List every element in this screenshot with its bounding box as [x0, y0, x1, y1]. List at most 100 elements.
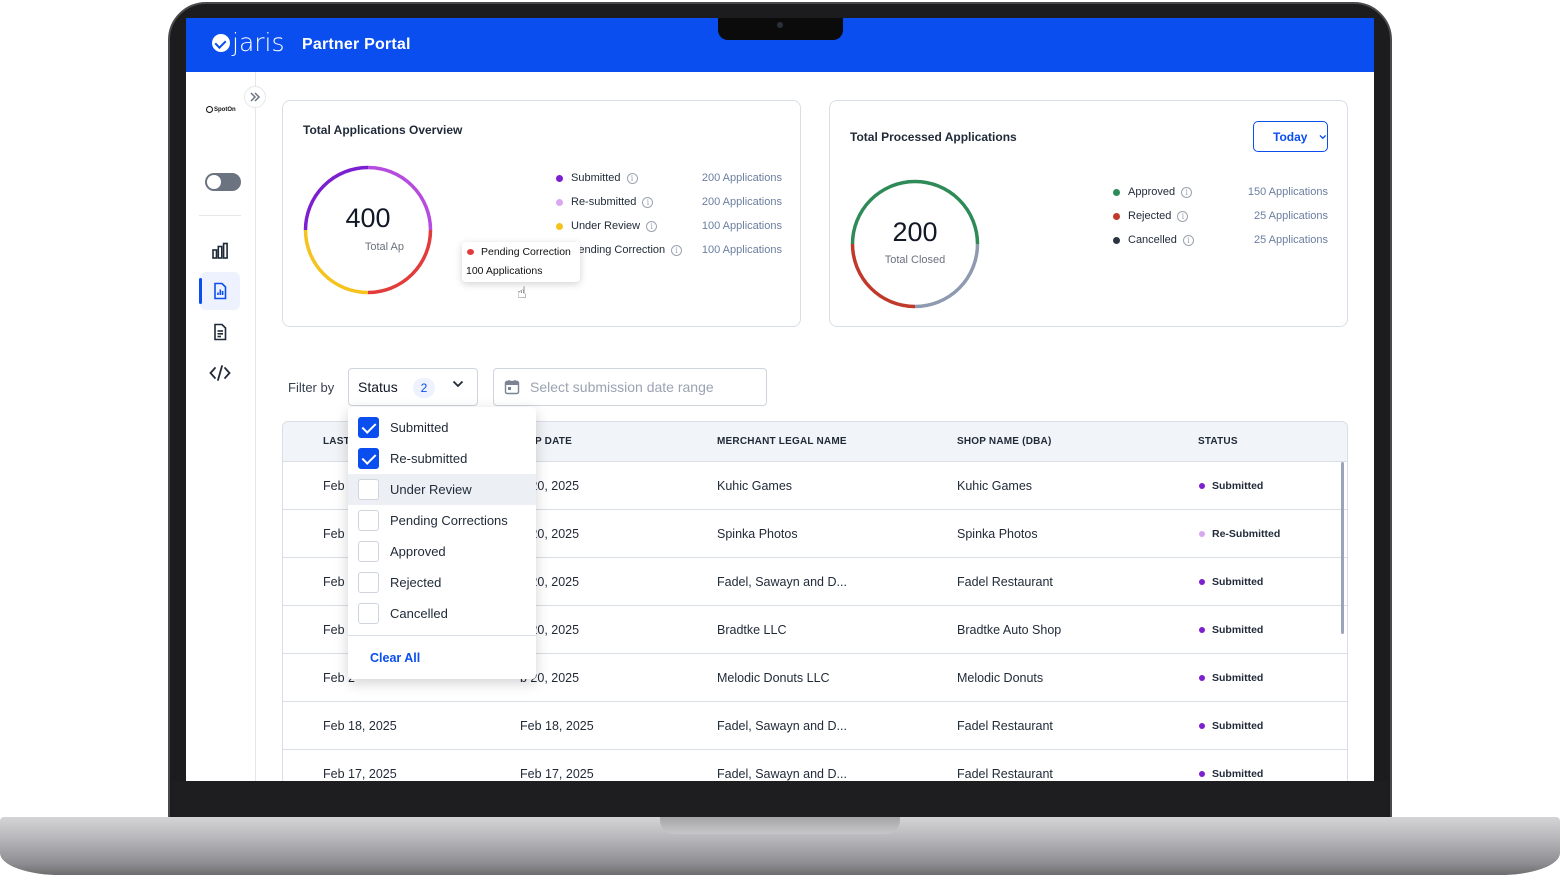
table-row[interactable]: Feb 18, 2025 Feb 18, 2025 Fadel, Sawayn … [283, 702, 1347, 750]
status-badge: Submitted [1199, 672, 1263, 684]
sidebar-item-reports[interactable] [199, 272, 240, 310]
checkbox[interactable] [358, 510, 379, 531]
legend-item[interactable]: Under Review i 100 Applications [556, 214, 782, 238]
legend-dot [556, 198, 563, 206]
info-icon[interactable]: i [646, 220, 658, 232]
legend-dot [556, 174, 563, 182]
status-badge: Submitted [1199, 768, 1263, 780]
shop-name-cell: Melodic Donuts [957, 671, 1044, 685]
tooltip-value: 100 Applications [466, 265, 543, 277]
theme-toggle[interactable] [205, 173, 241, 191]
toggle-knob [207, 175, 221, 189]
column-header[interactable]: SHOP NAME (DBA) [957, 436, 1051, 447]
spoton-logo-icon [206, 106, 213, 113]
status-badge: Re-Submitted [1199, 528, 1280, 540]
checkbox[interactable] [358, 479, 379, 500]
column-header[interactable]: MERCHANT LEGAL NAME [717, 436, 847, 447]
checkbox[interactable] [358, 417, 379, 438]
legend-dot [556, 222, 563, 230]
status-option-approved[interactable]: Approved [348, 536, 536, 567]
legend-dot [1113, 212, 1120, 220]
column-header[interactable]: LAST [323, 436, 350, 447]
legend-dot [1113, 188, 1120, 196]
shop-name-cell: Bradtke Auto Shop [957, 623, 1062, 637]
legend-item[interactable]: Re-submitted i 200 Applications [556, 190, 782, 214]
sidebar-collapse-button[interactable] [244, 86, 266, 108]
merchant-name-cell: Fadel, Sawayn and D... [717, 767, 847, 781]
column-header[interactable]: STATUS [1198, 436, 1238, 447]
date-range-field[interactable] [493, 368, 767, 406]
chevron-down-icon [452, 380, 464, 388]
date-range-input[interactable] [530, 379, 750, 395]
status-option-pending-corrections[interactable]: Pending Corrections [348, 505, 536, 536]
last-updated-cell: Feb 18, 2025 [323, 719, 397, 733]
merchant-name-cell: Bradtke LLC [717, 623, 787, 637]
info-icon[interactable]: i [671, 244, 683, 256]
status-dot [1199, 531, 1205, 537]
shop-name-cell: Fadel Restaurant [957, 575, 1053, 589]
status-dot [1199, 483, 1205, 489]
sidebar-divider [199, 215, 241, 216]
info-icon[interactable]: i [626, 172, 638, 184]
legend-item[interactable]: Rejected i 25 Applications [1113, 204, 1328, 228]
info-icon[interactable]: i [642, 196, 654, 208]
processed-legend: Approved i 150 Applications Rejected i 25 Ap… [1113, 180, 1328, 252]
status-option-submitted[interactable]: Submitted [348, 412, 536, 443]
calendar-icon [504, 380, 520, 395]
period-dropdown[interactable]: Today [1253, 121, 1328, 152]
card-title: Total Processed Applications [850, 130, 1017, 144]
table-row[interactable]: Feb 17, 2025 Feb 17, 2025 Fadel, Sawayn … [283, 750, 1347, 781]
dropdown-divider [348, 635, 536, 636]
chart-tooltip: Pending Correction 100 Applications [462, 242, 580, 282]
overview-legend: Submitted i 200 Applications Re-submitted i… [556, 166, 782, 262]
card-title: Total Applications Overview [303, 123, 463, 137]
shop-name-cell: Kuhic Games [957, 479, 1033, 493]
merchant-name-cell: Kuhic Games [717, 479, 793, 493]
checkbox[interactable] [358, 448, 379, 469]
code-icon [209, 365, 231, 381]
status-filter-select[interactable]: Status 2 [348, 368, 478, 406]
legend-item[interactable]: Approved i 150 Applications [1113, 180, 1328, 204]
status-option-under-review[interactable]: Under Review [348, 474, 536, 505]
checkbox[interactable] [358, 603, 379, 624]
status-option-resubmitted[interactable]: Re-submitted [348, 443, 536, 474]
table-scrollbar[interactable] [1341, 462, 1344, 634]
legend-item[interactable]: Pending Correction i 100 Applications [556, 238, 782, 262]
donut-segment-under-review [303, 229, 369, 295]
status-dot [1199, 771, 1205, 777]
clear-all-button[interactable]: Clear All [370, 651, 420, 665]
legend-item[interactable]: Submitted i 200 Applications [556, 166, 782, 190]
tooltip-dot [467, 249, 474, 255]
hand-cursor-icon: ☝ [517, 285, 527, 302]
brand-logo[interactable]: jaris [212, 30, 285, 56]
processed-total: 200 [892, 217, 938, 247]
status-badge: Submitted [1199, 576, 1263, 588]
merchant-name-cell: Fadel, Sawayn and D... [717, 719, 847, 733]
camera-notch [718, 18, 843, 40]
donut-segment-pending-correction [367, 229, 433, 295]
sidebar-item-developer[interactable] [200, 354, 240, 392]
screen: jaris Partner Portal SpotOn Total Applic… [186, 18, 1374, 781]
camera-icon [777, 22, 783, 28]
status-option-cancelled[interactable]: Cancelled [348, 598, 536, 629]
info-icon[interactable]: i [1182, 234, 1194, 246]
legend-item[interactable]: Cancelled i 25 Applications [1113, 228, 1328, 252]
info-icon[interactable]: i [1181, 186, 1193, 198]
sidebar-item-applications[interactable] [200, 313, 240, 351]
legend-dot [1113, 236, 1120, 244]
status-option-rejected[interactable]: Rejected [348, 567, 536, 598]
checkbox[interactable] [358, 572, 379, 593]
status-dot [1199, 675, 1205, 681]
processed-applications-card: Total Processed Applications Today 200 T… [829, 100, 1348, 327]
column-header[interactable]: P DATE [535, 436, 572, 447]
status-badge: Submitted [1199, 480, 1263, 492]
sidebar-item-dashboard[interactable] [200, 232, 240, 270]
last-updated-cell: Feb 17, 2025 [323, 767, 397, 781]
laptop-opening-notch [660, 817, 900, 834]
selected-count-badge: 2 [413, 378, 435, 398]
checkbox[interactable] [358, 541, 379, 562]
submission-date-cell: Feb 17, 2025 [520, 767, 594, 781]
status-dot [1199, 627, 1205, 633]
info-icon[interactable]: i [1177, 210, 1189, 222]
processed-total-label: Total Closed [884, 254, 946, 266]
